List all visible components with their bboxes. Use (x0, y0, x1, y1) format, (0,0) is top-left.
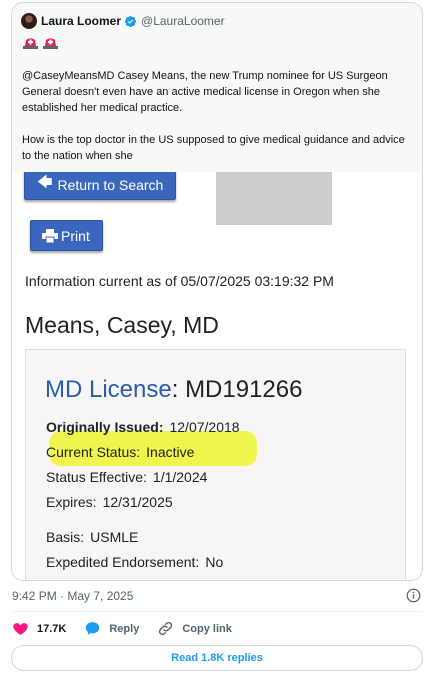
author-handle[interactable]: @LauraLoomer (141, 14, 225, 28)
field-value: 12/07/2018 (169, 419, 240, 435)
arrow-left-icon: 🡄 (37, 174, 53, 191)
like-button[interactable]: 17.7K (12, 620, 66, 637)
field-key: Status Effective: (46, 469, 147, 485)
field-current-status: Current Status: Inactive (46, 444, 194, 460)
field-key: Originally Issued: (46, 419, 164, 435)
link-icon (159, 621, 173, 636)
field-status-effective: Status Effective: 1/1/2024 (46, 469, 207, 485)
reply-button[interactable]: Reply (84, 620, 139, 637)
reply-bubble-icon (86, 622, 100, 635)
field-key: Basis: (46, 529, 85, 545)
quoted-tweet-card[interactable]: Laura Loomer @LauraLoomer @CaseyMeansMD … (11, 2, 423, 581)
siren-icon (43, 38, 58, 49)
action-bar: 17.7K Reply Copy link (12, 620, 250, 637)
copy-link-button[interactable]: Copy link (157, 620, 232, 637)
quoted-tweet-text: @CaseyMeansMD Casey Means, the new Trump… (22, 68, 414, 164)
divider (12, 611, 422, 612)
field-expedited-endorsement: Expedited Endorsement: No (46, 554, 223, 570)
license-screenshot[interactable]: 🡄 Return to Search Print Information cur… (12, 172, 422, 580)
printer-icon (42, 228, 58, 243)
heart-icon (13, 623, 28, 635)
info-current-line: Information current as of 05/07/2025 03:… (25, 273, 334, 289)
reply-label: Reply (109, 622, 140, 635)
emoji-row (23, 37, 58, 49)
field-originally-issued: Originally Issued: 12/07/2018 (46, 419, 240, 435)
return-to-search-button: 🡄 Return to Search (24, 172, 176, 200)
copy-link-label: Copy link (182, 622, 232, 635)
field-value: 1/1/2024 (152, 469, 208, 485)
license-panel: MD License: MD191266 Originally Issued: 1… (25, 349, 406, 580)
print-button-label: Print (61, 227, 90, 244)
print-button: Print (30, 220, 103, 251)
like-count: 17.7K (37, 622, 67, 635)
field-key: Expedited Endorsement: (46, 554, 200, 570)
tweet-paragraph: @CaseyMeansMD Casey Means, the new Trump… (22, 70, 388, 114)
read-replies-button[interactable]: Read 1.8K replies (11, 645, 423, 671)
field-key: Expires: (46, 494, 97, 510)
field-key: Current Status: (46, 444, 141, 460)
license-label: MD License (45, 376, 172, 403)
siren-icon (23, 38, 38, 49)
verified-badge-icon (124, 15, 137, 27)
field-basis: Basis: USMLE (46, 529, 138, 545)
redacted-block (216, 172, 332, 225)
avatar[interactable] (21, 13, 37, 29)
quoted-tweet-header: Laura Loomer @LauraLoomer (21, 13, 225, 29)
info-icon[interactable] (406, 588, 421, 603)
tweet-timestamp[interactable]: 9:42 PM · May 7, 2025 (12, 589, 133, 603)
field-value: 12/31/2025 (102, 494, 173, 510)
return-button-label: Return to Search (57, 176, 164, 193)
field-value: USMLE (90, 529, 139, 545)
author-name[interactable]: Laura Loomer (41, 14, 121, 28)
person-name: Means, Casey, MD (25, 312, 219, 338)
field-expires: Expires: 12/31/2025 (46, 494, 173, 510)
license-title: MD License: MD191266 (45, 376, 303, 403)
tweet-paragraph: How is the top doctor in the US supposed… (22, 134, 405, 162)
license-number: MD191266 (185, 376, 303, 403)
field-value: Inactive (146, 444, 195, 460)
field-value: No (205, 554, 224, 570)
